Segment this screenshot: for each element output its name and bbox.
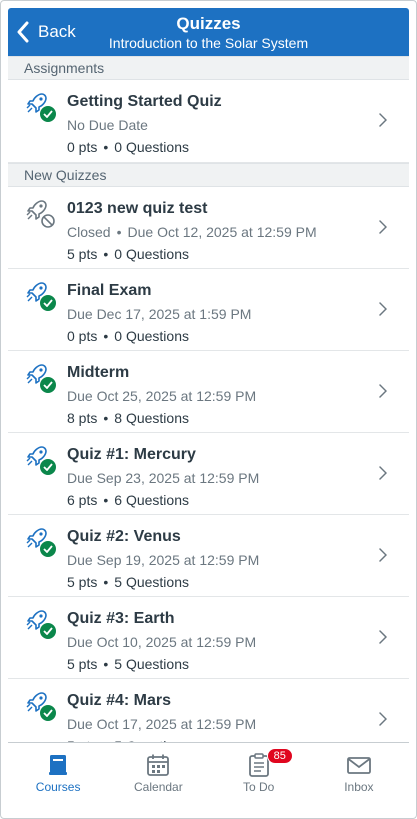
quiz-question-count: 8 Questions — [114, 410, 189, 426]
app-frame: Back Quizzes Introduction to the Solar S… — [0, 0, 417, 819]
quiz-title: 0123 new quiz test — [67, 200, 208, 217]
quiz-due: Due Oct 10, 2025 at 12:59 PM — [67, 634, 257, 650]
separator-dot: • — [103, 574, 109, 590]
quiz-row[interactable]: Quiz #3: Earth Due Oct 10, 2025 at 12:59… — [8, 597, 409, 679]
tab-todo[interactable]: 85 To Do — [209, 743, 309, 807]
published-check-icon — [39, 105, 57, 123]
quiz-question-count: 5 Questions — [114, 574, 189, 590]
quiz-list[interactable]: Assignments Getting Started Quiz No Due … — [8, 56, 409, 742]
published-check-icon — [39, 458, 57, 476]
tab-inbox[interactable]: Inbox — [309, 743, 409, 807]
quiz-row[interactable]: Quiz #1: Mercury Due Sep 23, 2025 at 12:… — [8, 433, 409, 515]
chevron-right-icon — [379, 548, 387, 562]
quiz-question-count: 0 Questions — [114, 246, 189, 262]
quiz-due: Due Sep 19, 2025 at 12:59 PM — [67, 552, 260, 568]
quiz-due: Due Sep 23, 2025 at 12:59 PM — [67, 470, 260, 486]
tab-calendar[interactable]: Calendar — [108, 743, 208, 807]
separator-dot: • — [116, 224, 122, 240]
tab-courses[interactable]: Courses — [8, 743, 108, 807]
quiz-points-value: 0 pts — [67, 328, 98, 344]
quiz-row[interactable]: Quiz #2: Venus Due Sep 19, 2025 at 12:59… — [8, 515, 409, 597]
chevron-right-icon — [379, 712, 387, 726]
quiz-title: Midterm — [67, 364, 130, 381]
quiz-title: Final Exam — [67, 282, 152, 299]
quiz-question-count: 0 Questions — [114, 328, 189, 344]
separator-dot: • — [103, 656, 109, 672]
quiz-points: 6 pts • 6 Questions — [67, 492, 189, 508]
calendar-icon — [147, 754, 170, 776]
quiz-points-value: 6 pts — [67, 492, 98, 508]
closed-icon — [39, 212, 57, 230]
quiz-title: Getting Started Quiz — [67, 93, 222, 110]
separator-dot: • — [103, 492, 109, 508]
published-check-icon — [39, 294, 57, 312]
section-header-assignments: Assignments — [8, 56, 409, 80]
quiz-points: 0 pts • 0 Questions — [67, 139, 189, 155]
separator-dot: • — [103, 328, 109, 344]
courses-icon — [49, 755, 68, 775]
back-button[interactable]: Back — [16, 8, 76, 56]
todo-count-badge: 85 — [266, 748, 293, 764]
quiz-row[interactable]: Final Exam Due Dec 17, 2025 at 1:59 PM 0… — [8, 269, 409, 351]
published-check-icon — [39, 704, 57, 722]
quiz-points-value: 8 pts — [67, 410, 98, 426]
chevron-right-icon — [379, 384, 387, 398]
tab-todo-label: To Do — [242, 780, 275, 794]
quiz-due-date: Due Oct 12, 2025 at 12:59 PM — [127, 224, 317, 240]
quiz-title: Quiz #1: Mercury — [67, 446, 196, 463]
back-label: Back — [38, 22, 76, 41]
quiz-points-value: 0 pts — [67, 139, 98, 155]
published-check-icon — [39, 376, 57, 394]
quiz-title: Quiz #4: Mars — [67, 692, 172, 709]
quiz-title: Quiz #2: Venus — [67, 528, 181, 545]
quiz-due: Due Oct 25, 2025 at 12:59 PM — [67, 388, 257, 404]
navigation-bar: Back Quizzes Introduction to the Solar S… — [8, 8, 409, 56]
tab-inbox-label: Inbox — [344, 780, 374, 794]
tab-calendar-label: Calendar — [134, 780, 183, 794]
quiz-points: 5 pts • 5 Questions — [67, 656, 189, 672]
published-check-icon — [39, 540, 57, 558]
quiz-due: Due Dec 17, 2025 at 1:59 PM — [67, 306, 252, 322]
chevron-left-icon — [17, 21, 29, 43]
quiz-points: 0 pts • 0 Questions — [67, 328, 189, 344]
published-check-icon — [39, 622, 57, 640]
quiz-due: Due Oct 17, 2025 at 12:59 PM — [67, 716, 257, 732]
quiz-question-count: 5 Questions — [114, 656, 189, 672]
quiz-points-value: 5 pts — [67, 574, 98, 590]
quiz-row[interactable]: Quiz #4: Mars Due Oct 17, 2025 at 12:59 … — [8, 679, 409, 742]
quiz-due: Closed • Due Oct 12, 2025 at 12:59 PM — [67, 224, 317, 240]
chevron-right-icon — [379, 220, 387, 234]
quiz-points-value: 5 pts — [67, 246, 98, 262]
chevron-right-icon — [379, 466, 387, 480]
inbox-icon — [346, 757, 371, 774]
quiz-question-count: 6 Questions — [114, 492, 189, 508]
separator-dot: • — [103, 410, 109, 426]
quiz-row[interactable]: Midterm Due Oct 25, 2025 at 12:59 PM 8 p… — [8, 351, 409, 433]
tab-bar: Courses Calendar 85 To Do Inbox — [8, 742, 409, 807]
tab-courses-label: Courses — [35, 780, 81, 794]
quiz-title: Quiz #3: Earth — [67, 610, 175, 627]
quiz-points: 5 pts • 5 Questions — [67, 574, 189, 590]
quiz-points-value: 5 pts — [67, 656, 98, 672]
quiz-status: Closed — [67, 224, 111, 240]
quiz-question-count: 0 Questions — [114, 139, 189, 155]
chevron-right-icon — [379, 630, 387, 644]
chevron-right-icon — [379, 302, 387, 316]
section-header-new-quizzes: New Quizzes — [8, 163, 409, 187]
chevron-right-icon — [379, 113, 387, 127]
separator-dot: • — [103, 139, 109, 155]
quiz-points: 8 pts • 8 Questions — [67, 410, 189, 426]
quiz-row[interactable]: Getting Started Quiz No Due Date 0 pts • 0… — [8, 80, 409, 163]
quiz-points: 5 pts • 0 Questions — [67, 246, 189, 262]
quiz-row[interactable]: 0123 new quiz test Closed • Due Oct 12, 20… — [8, 187, 409, 269]
separator-dot: • — [103, 246, 109, 262]
quiz-due: No Due Date — [67, 117, 148, 133]
